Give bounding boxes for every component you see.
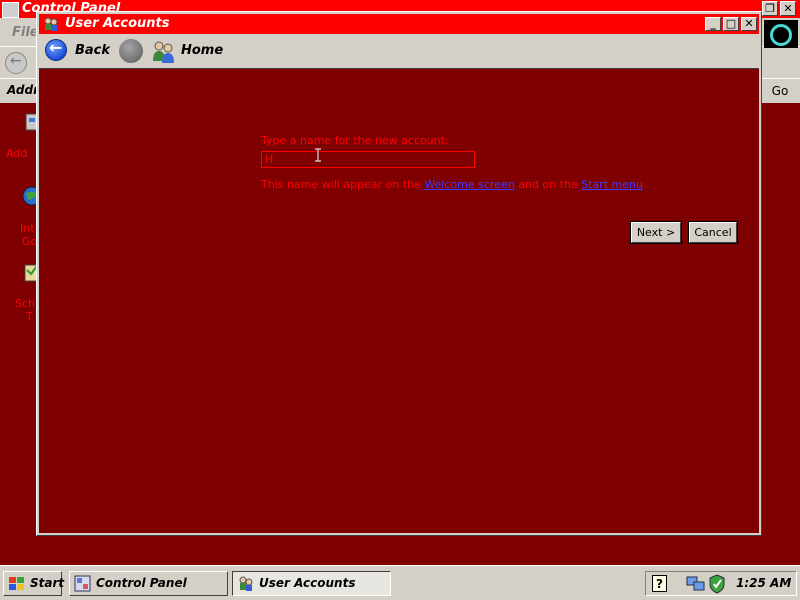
maximize-button[interactable]: □ (723, 17, 739, 31)
taskbar-item-label: Control Panel (96, 576, 187, 590)
taskbar-item-user-accounts[interactable]: User Accounts (232, 571, 391, 596)
home-button[interactable]: Home (149, 37, 229, 65)
back-arrow-icon[interactable] (5, 52, 27, 74)
user-accounts-icon (44, 17, 58, 31)
back-arrow-icon (45, 38, 67, 61)
menu-file[interactable]: File (12, 25, 39, 40)
control-panel-app-icon (2, 2, 19, 18)
help-icon[interactable]: ? (652, 575, 667, 592)
navigation-bar: Back Home (39, 34, 759, 68)
start-menu-link[interactable]: Start menu (581, 178, 643, 191)
back-label: Back (75, 43, 111, 58)
desktop-label-sch: Sch (15, 297, 36, 310)
throbber-icon (764, 20, 798, 48)
clock[interactable]: 1:25 AM (736, 576, 791, 590)
restore-button[interactable]: ❐ (762, 1, 778, 16)
system-tray: ? 1:25 AM (645, 571, 797, 596)
next-button[interactable]: Next > (630, 221, 682, 244)
welcome-screen-link[interactable]: Welcome screen (424, 178, 514, 191)
close-button[interactable]: ✕ (741, 17, 757, 31)
user-accounts-icon (239, 576, 253, 591)
name-info-text: This name will appear on the Welcome scr… (261, 178, 646, 191)
security-shield-icon[interactable] (708, 574, 726, 594)
window-title: User Accounts (65, 16, 170, 31)
start-button[interactable]: Start (3, 571, 65, 596)
info-middle: and on the (514, 178, 582, 191)
control-panel-icon (74, 575, 91, 592)
close-button[interactable]: ✕ (780, 1, 796, 16)
user-accounts-titlebar[interactable]: User Accounts _ □ ✕ (39, 14, 759, 34)
cancel-button[interactable]: Cancel (688, 221, 738, 244)
users-home-icon (153, 41, 174, 63)
home-label: Home (181, 43, 224, 58)
taskbar: Start Control Panel User Accounts ? 1:25… (0, 565, 800, 600)
go-button[interactable]: Go (763, 81, 797, 101)
forward-arrow-icon[interactable] (119, 39, 143, 63)
minimize-button[interactable]: _ (705, 17, 721, 31)
windows-flag-icon (9, 577, 24, 590)
desktop-label-t: T (26, 310, 33, 323)
address-label: Addr (7, 83, 40, 97)
info-suffix: . (642, 178, 647, 191)
info-prefix: This name will appear on the (261, 178, 425, 191)
user-accounts-window: User Accounts _ □ ✕ Back Home Type a nam… (36, 11, 762, 536)
network-icon[interactable] (686, 574, 706, 594)
start-label: Start (30, 576, 65, 590)
name-prompt-label: Type a name for the new account: (261, 134, 449, 147)
desktop-label-int: Int (20, 222, 35, 235)
account-name-input[interactable] (261, 151, 475, 168)
desktop-label-add: Add (6, 147, 28, 160)
desktop-label-go: Go (22, 235, 38, 248)
content-area: Type a name for the new account: This na… (39, 68, 759, 533)
text-cursor-icon (315, 148, 321, 162)
back-button[interactable]: Back (43, 37, 119, 65)
taskbar-item-control-panel[interactable]: Control Panel (69, 571, 228, 596)
taskbar-item-label: User Accounts (259, 576, 356, 590)
